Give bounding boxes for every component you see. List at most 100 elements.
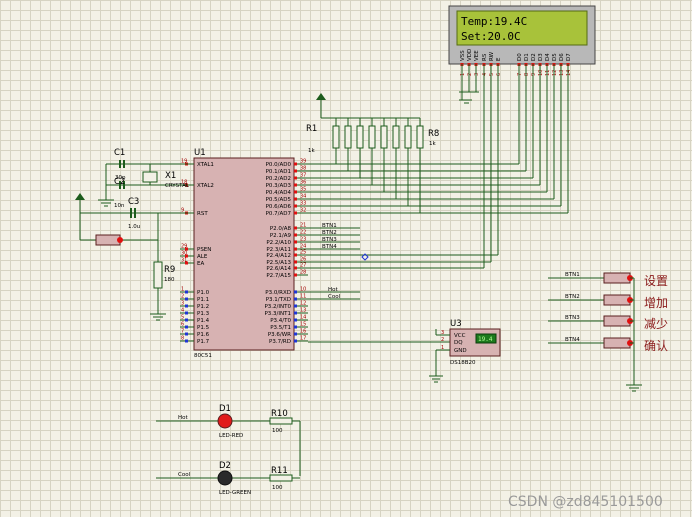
push-button-1[interactable] <box>603 272 631 284</box>
mcu-left-pin-name: P1.2 <box>197 304 209 310</box>
mcu-right-pin-number: 27 <box>300 263 306 269</box>
mcu-right-pin-number: 16 <box>300 329 306 335</box>
oscillator-circuit[interactable]: C1 30p C2 10n X1 CRYSTAL <box>98 148 194 209</box>
net-label-btn4: BTN4 <box>322 244 337 250</box>
mcu-right-pin-name: P3.3/INT1 <box>264 311 291 317</box>
mcu-right-pin-name: P3.0/RXD <box>265 290 291 296</box>
c3-value: 1.0u <box>128 224 140 230</box>
reset-circuit[interactable]: R9 180 C3 1.0u <box>75 193 194 321</box>
mcu-right-pin-number: 32 <box>300 208 306 214</box>
ds18b20-pin-dq: DQ <box>454 340 463 346</box>
mcu-right-pin-number: 38 <box>300 166 306 172</box>
mcu-right-pin-name: P0.6/AD6 <box>266 204 292 210</box>
ds18b20-pinnum-2: 2 <box>441 337 444 343</box>
mcu-right-pin-name: P3.6/WR <box>268 332 291 338</box>
keypad-buttons[interactable]: BTN1 BTN2 BTN3 BTN4 设置 增加 减少 确认 <box>548 272 668 392</box>
mcu-left-pin-number: 7 <box>181 329 184 335</box>
pin-marker <box>294 240 297 244</box>
lcd-pin-label: VEE <box>474 50 480 61</box>
lcd-line-2: Set:20.0C <box>461 30 521 43</box>
mcu-right-pin-number: 22 <box>300 230 306 236</box>
led-red-icon <box>217 413 233 429</box>
push-button-3[interactable] <box>603 315 631 327</box>
pin-marker <box>185 311 188 315</box>
lcd-pin-label: D2 <box>531 53 537 61</box>
pin-marker <box>185 261 188 265</box>
pin-marker <box>294 325 297 329</box>
resistor-body <box>404 125 412 149</box>
mcu-right-pin-number: 28 <box>300 270 306 276</box>
lcd-pin-label: D4 <box>545 53 551 61</box>
lcd-pin-label: D1 <box>524 53 530 61</box>
pin-marker <box>185 318 188 322</box>
reset-button[interactable] <box>95 234 121 246</box>
label-set: 设置 <box>644 274 668 288</box>
mcu-left-pin-name: P1.5 <box>197 325 210 331</box>
resistor-body <box>380 125 388 149</box>
lcd-line-1: Temp:19.4C <box>461 15 527 28</box>
lcd-pin-label: D0 <box>517 53 523 61</box>
btn3-net: BTN3 <box>565 315 580 321</box>
lcd-pin-label: RS <box>482 53 488 61</box>
mcu-right-pin-number: 34 <box>300 194 306 200</box>
lcd-pin-label: E <box>496 57 502 61</box>
label-increase: 增加 <box>644 296 668 310</box>
pin-marker <box>294 273 297 277</box>
r10-label: R10 <box>271 409 288 419</box>
mcu-right-pin-number: 11 <box>300 294 306 300</box>
pin-marker <box>185 290 188 294</box>
pin-marker <box>294 253 297 257</box>
c2-label: C2 <box>114 177 125 187</box>
lcd-pin-number: 4 <box>482 73 488 76</box>
lcd-pin-label: D6 <box>559 53 565 61</box>
p2-button-nets: BTN1 BTN2 BTN3 BTN4 Hot Cool <box>308 223 498 343</box>
d2-value: LED-GREEN <box>219 490 251 496</box>
mcu-left-pin-number: 3 <box>181 301 184 307</box>
mcu-left-pin-name: P1.0 <box>197 290 210 296</box>
schematic-canvas: Temp:19.4C Set:20.0C VSS 1 VDD 2 VEE 3 RS 4 RW 5 E… <box>75 5 668 510</box>
pin-marker <box>185 325 188 329</box>
mcu-left-pin-number: 4 <box>181 308 184 314</box>
pullup-resistor-network[interactable]: R1 1k R8 1k <box>306 93 439 154</box>
led-net-cool: Cool <box>178 472 191 478</box>
mcu-right-pin-name: P0.0/AD0 <box>266 162 292 168</box>
vcc-arrow-icon-reset <box>75 193 85 200</box>
pin-marker <box>294 233 297 237</box>
ds18b20-sensor[interactable]: 19.4 VCC DQ GND 3 2 1 U3 DS18B20 <box>429 319 501 383</box>
mcu-left-pin-name: ALE <box>197 254 208 260</box>
led-net-hot: Hot <box>178 415 189 421</box>
pin-marker <box>294 190 297 194</box>
lcd-pin-number: 9 <box>531 73 537 76</box>
mcu-right-pin-number: 17 <box>300 336 306 342</box>
lcd-pin-number: 14 <box>566 70 572 76</box>
lcd-module[interactable]: Temp:19.4C Set:20.0C VSS 1 VDD 2 VEE 3 RS 4 RW 5 E… <box>448 5 596 76</box>
mcu-right-pin-name: P0.1/AD1 <box>266 169 291 175</box>
mcu-left-pin-number: 6 <box>181 322 184 328</box>
mcu-left-pin-name: XTAL1 <box>197 162 214 168</box>
resistor-body <box>356 125 364 149</box>
x1-value: CRYSTAL <box>165 183 190 189</box>
mcu-right-pin-name: P0.7/AD7 <box>266 211 292 217</box>
mcu-left-pin-number: 5 <box>181 315 184 321</box>
r11-label: R11 <box>271 466 288 476</box>
led-cool-circuit[interactable]: Cool D2 LED-GREEN R11 100 <box>156 461 300 496</box>
ds18b20-pin-vcc: VCC <box>454 333 466 339</box>
push-button-4[interactable] <box>603 337 631 349</box>
pin-marker <box>294 339 297 343</box>
button-group <box>603 272 634 349</box>
pin-marker <box>294 297 297 301</box>
net-label-hot: Hot <box>328 287 339 293</box>
lcd-pin-label: D5 <box>552 53 558 61</box>
r8-value: 1k <box>429 141 436 147</box>
r1-label: R1 <box>306 124 317 134</box>
pin-marker <box>294 266 297 270</box>
mcu-left-pin-name: PSEN <box>197 247 211 253</box>
mcu-right-pin-name: P2.1/A9 <box>270 233 292 239</box>
mcu-right-pin-name: P3.4/T0 <box>270 318 291 324</box>
push-button-2[interactable] <box>603 294 631 306</box>
mcu-right-pin-number: 12 <box>300 301 306 307</box>
lcd-pin-number: 7 <box>517 73 523 76</box>
lcd-pin-label: VSS <box>460 50 466 61</box>
r9-value: 180 <box>164 277 175 283</box>
mcu-80c51[interactable]: U1 80C51 19XTAL118XTAL29RST29PSEN30ALE31… <box>180 148 308 359</box>
